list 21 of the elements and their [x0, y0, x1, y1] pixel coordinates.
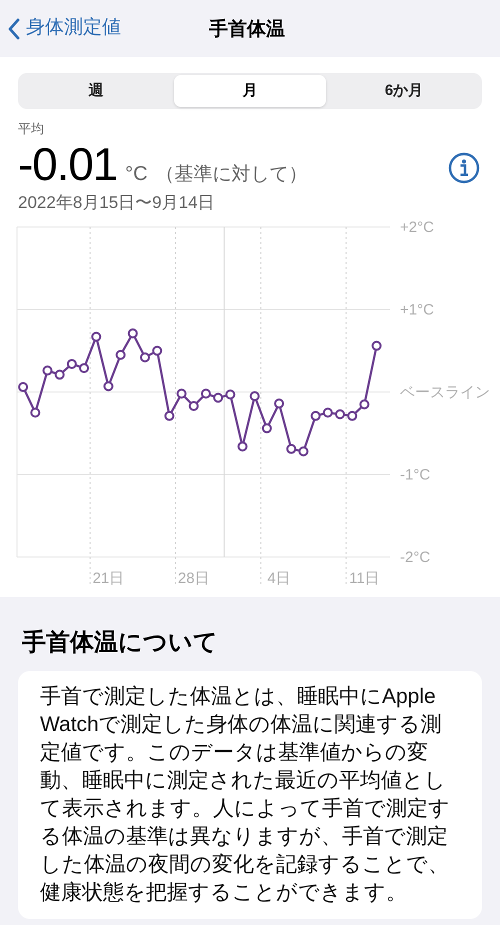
section-heading: 手首体温について: [21, 628, 219, 658]
x-axis-label: 11日: [349, 570, 380, 587]
y-axis-label: -1°C: [400, 466, 430, 484]
x-axis-label: 21日: [92, 570, 124, 587]
x-axis-label: 4日: [267, 570, 291, 587]
x-axis-label: 28日: [178, 570, 210, 587]
average-value: -0.01: [18, 138, 118, 188]
segment-tab[interactable]: 6か月: [328, 75, 480, 107]
segment-tab[interactable]: 月: [174, 75, 326, 107]
average-label: 平均: [18, 120, 45, 138]
screen-title: 手首体温: [209, 18, 285, 42]
back-button[interactable]: 身体測定値: [0, 14, 121, 43]
baseline-note: （基準に対して）: [156, 162, 308, 186]
y-axis-label: +2°C: [400, 219, 434, 236]
segment-tab[interactable]: 週: [20, 75, 172, 107]
description-text: 手首で測定した体温とは、睡眠中にApple Watchで測定した身体の体温に関連する測定値です。このデータは基準値からの変動、睡眠中に測定された最近の平均値として表示されます。人によって手首で測定する体温の基準は異なりますが、手首で測定した体温の夜間の変化を記録することで、健康状態を把握することができます。: [40, 684, 451, 906]
date-range: 2022年8月15日〜9月14日: [18, 192, 216, 214]
y-axis-label: ベースライン: [400, 384, 490, 401]
y-axis-label: -2°C: [400, 549, 430, 566]
y-axis-label: +1°C: [400, 302, 434, 318]
unit-label: °C: [125, 162, 148, 186]
